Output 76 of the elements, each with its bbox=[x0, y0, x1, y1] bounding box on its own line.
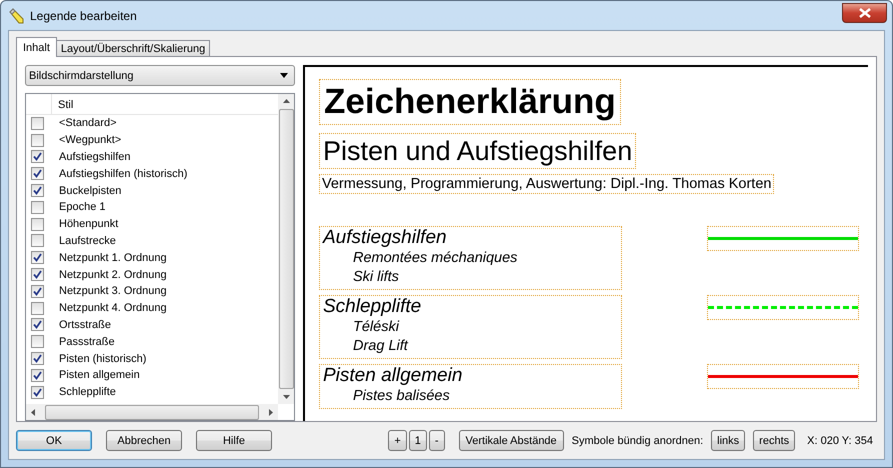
checkbox[interactable] bbox=[31, 218, 44, 231]
checkbox[interactable] bbox=[31, 167, 44, 180]
checkbox[interactable] bbox=[31, 284, 44, 298]
ok-button[interactable]: OK bbox=[16, 430, 92, 451]
checkbox[interactable] bbox=[31, 150, 44, 164]
horizontal-scrollbar[interactable] bbox=[26, 404, 278, 420]
entry-translation: Pistes balisées bbox=[352, 387, 451, 406]
entry-translation: Ski lifts bbox=[352, 268, 400, 287]
entry-name: Aufstiegshilfen bbox=[323, 227, 448, 249]
style-label[interactable]: Pisten allgemein bbox=[59, 369, 140, 382]
decrease-button[interactable]: - bbox=[428, 430, 445, 451]
style-label[interactable]: <Wegpunkt> bbox=[59, 134, 122, 146]
style-label[interactable]: Laufstrecke bbox=[59, 234, 116, 247]
down-arrow-icon bbox=[282, 395, 290, 399]
spacing-button[interactable]: Vertikale Abstände bbox=[458, 430, 564, 451]
style-label[interactable]: Netzpunkt 4. Ordnung bbox=[59, 302, 167, 314]
legend-entry-text[interactable]: Pisten allgemein Pistes balisées bbox=[319, 364, 622, 409]
style-label[interactable]: Passstraße bbox=[59, 336, 115, 348]
column-header[interactable]: Stil bbox=[52, 94, 278, 114]
checkbox[interactable] bbox=[31, 134, 44, 147]
legend-credit[interactable]: Vermessung, Programmierung, Auswertung: Dipl.-Ing. Thomas Korten bbox=[319, 174, 774, 194]
vertical-scrollbar[interactable] bbox=[278, 94, 294, 404]
align-left-button[interactable]: links bbox=[711, 430, 746, 451]
checkbox[interactable] bbox=[31, 386, 44, 399]
checkbox[interactable] bbox=[31, 116, 44, 130]
legend-entry-text[interactable]: Schlepplifte Téléski Drag Lift bbox=[319, 295, 622, 359]
reset-button[interactable]: 1 bbox=[408, 430, 427, 451]
checkbox[interactable] bbox=[31, 302, 44, 315]
coordinates-readout: X: 020 Y: 354 bbox=[807, 434, 873, 446]
checkbox[interactable] bbox=[31, 234, 44, 248]
entry-translation: Téléski bbox=[352, 318, 400, 337]
pencil-icon bbox=[8, 8, 24, 24]
legend-title[interactable]: Zeichenerklärung bbox=[319, 79, 621, 125]
legend-subtitle[interactable]: Pisten und Aufstiegshilfen bbox=[319, 133, 636, 169]
checkbox[interactable] bbox=[31, 368, 44, 382]
tab[interactable]: Inhalt bbox=[16, 37, 57, 57]
entry-translation: Drag Lift bbox=[352, 337, 410, 356]
close-button[interactable] bbox=[842, 2, 887, 22]
right-arrow-icon bbox=[269, 408, 273, 416]
style-label[interactable]: Höhenpunkt bbox=[59, 218, 118, 230]
checkbox[interactable] bbox=[31, 184, 44, 198]
align-label: Symbole bündig anordnen: bbox=[572, 434, 704, 446]
increase-button[interactable]: + bbox=[388, 430, 407, 451]
checkbox[interactable] bbox=[31, 268, 44, 282]
window-title: Legende bearbeiten bbox=[30, 8, 137, 22]
style-label[interactable]: <Standard> bbox=[59, 117, 116, 130]
style-label[interactable]: Ortsstraße bbox=[59, 318, 111, 331]
display-dropdown[interactable]: Bildschirmdarstellung bbox=[25, 65, 295, 86]
legend-entry-text[interactable]: Aufstiegshilfen Remontées méchaniques Ski lifts bbox=[319, 226, 622, 290]
up-arrow-icon bbox=[282, 99, 290, 103]
cancel-button[interactable]: Abbrechen bbox=[106, 430, 182, 451]
tab[interactable]: Layout/Überschrift/Skalierung bbox=[56, 40, 210, 57]
style-label[interactable]: Epoche 1 bbox=[59, 201, 106, 214]
checkbox[interactable] bbox=[31, 335, 44, 348]
left-arrow-icon bbox=[31, 408, 35, 416]
checkbox[interactable] bbox=[31, 200, 44, 214]
scroll-thumb[interactable] bbox=[45, 404, 259, 420]
close-icon bbox=[858, 8, 870, 18]
checkbox[interactable] bbox=[31, 318, 44, 332]
checkbox[interactable] bbox=[31, 352, 44, 366]
style-label[interactable]: Netzpunkt 2. Ordnung bbox=[59, 268, 167, 281]
style-label[interactable]: Aufstiegshilfen bbox=[59, 150, 131, 163]
scroll-thumb[interactable] bbox=[278, 109, 294, 389]
style-label[interactable]: Netzpunkt 3. Ordnung bbox=[59, 285, 167, 298]
style-label[interactable]: Buckelpisten bbox=[59, 184, 122, 197]
caret-icon bbox=[280, 73, 288, 78]
style-label[interactable]: Aufstiegshilfen (historisch) bbox=[59, 168, 188, 180]
checkbox[interactable] bbox=[31, 251, 44, 264]
entry-name: Pisten allgemein bbox=[323, 365, 464, 387]
align-right-button[interactable]: rechts bbox=[753, 430, 796, 451]
style-label[interactable]: Schlepplifte bbox=[59, 386, 116, 398]
entry-name: Schlepplifte bbox=[323, 296, 422, 318]
entry-translation: Remontées méchaniques bbox=[352, 249, 518, 268]
style-label[interactable]: Netzpunkt 1. Ordnung bbox=[59, 252, 167, 264]
style-label[interactable]: Pisten (historisch) bbox=[59, 352, 146, 365]
help-button[interactable]: Hilfe bbox=[196, 430, 272, 451]
